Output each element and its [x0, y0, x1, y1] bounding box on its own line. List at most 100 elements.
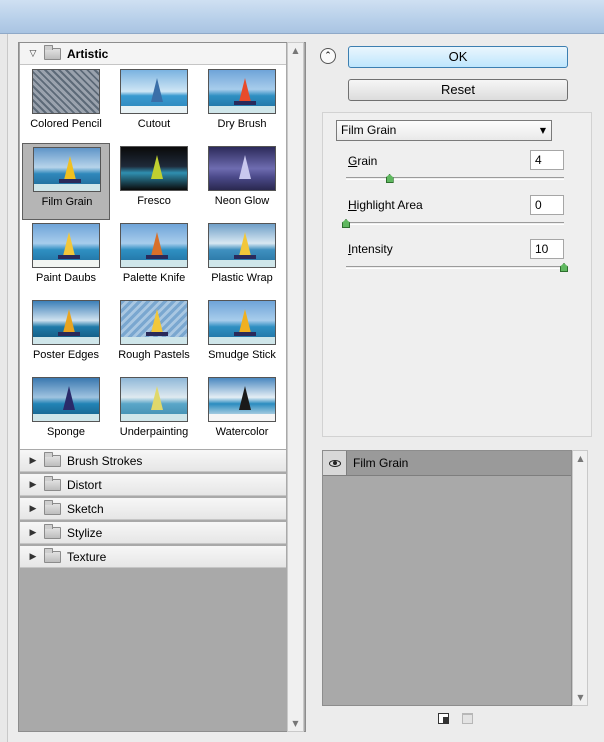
filter-browser-scrollbar[interactable]: ▲ ▼: [287, 42, 304, 732]
triangle-right-icon[interactable]: ▶: [26, 526, 40, 540]
triangle-right-icon[interactable]: ▶: [26, 550, 40, 564]
grain-label: Grain: [348, 154, 377, 168]
filter-label: Film Grain: [41, 196, 93, 208]
category-artistic-label: Artistic: [67, 46, 109, 61]
filter-label: Neon Glow: [214, 195, 270, 207]
filter-thumbnail: [32, 300, 100, 345]
effect-layers-scrollbar[interactable]: ▲ ▼: [572, 450, 588, 706]
filter-poster-edges[interactable]: Poster Edges: [22, 297, 110, 374]
effect-layer-name: Film Grain: [353, 456, 409, 470]
filter-label: Rough Pastels: [118, 349, 190, 361]
filter-underpainting[interactable]: Underpainting: [110, 374, 198, 451]
filter-thumbnail: [120, 223, 188, 268]
left-edge: [0, 34, 8, 742]
filter-thumbnail: [208, 146, 276, 191]
filter-colored-pencil[interactable]: Colored Pencil: [22, 66, 110, 143]
filter-thumbnail: [208, 300, 276, 345]
category-label: Texture: [67, 549, 107, 564]
filter-neon-glow[interactable]: Neon Glow: [198, 143, 286, 220]
grain-label-text: rain: [357, 154, 378, 168]
filter-sponge[interactable]: Sponge: [22, 374, 110, 451]
filter-thumbnail: [208, 69, 276, 114]
filter-label: Dry Brush: [217, 118, 267, 130]
folder-icon: [44, 499, 61, 515]
filter-palette-knife[interactable]: Palette Knife: [110, 220, 198, 297]
filter-thumbnail: [208, 377, 276, 422]
category-sketch[interactable]: ▶ Sketch: [20, 498, 286, 520]
filter-thumbnail: [120, 146, 188, 191]
grain-input[interactable]: 4: [530, 150, 564, 170]
filter-select-value: Film Grain: [341, 123, 397, 137]
category-artistic[interactable]: ▽ Artistic: [20, 43, 286, 65]
filter-plastic-wrap[interactable]: Plastic Wrap: [198, 220, 286, 297]
ok-button[interactable]: OK: [348, 46, 568, 68]
filter-film-grain[interactable]: Film Grain: [22, 143, 110, 220]
grain-slider[interactable]: [346, 177, 564, 180]
filter-thumbnail: [120, 300, 188, 345]
filter-label: Sponge: [47, 426, 85, 438]
filter-label: Colored Pencil: [30, 118, 102, 130]
category-distort[interactable]: ▶ Distort: [20, 474, 286, 496]
chevron-down-icon: ▼: [539, 126, 546, 135]
category-label: Sketch: [67, 501, 104, 516]
eye-icon: [328, 459, 341, 467]
effect-layers-panel: [322, 450, 572, 706]
intensity-label-text: ntensity: [351, 242, 393, 256]
filter-thumbnail: [120, 377, 188, 422]
filter-select[interactable]: Film Grain ▼: [336, 120, 552, 141]
filter-label: Fresco: [137, 195, 171, 207]
folder-icon: [44, 547, 61, 563]
scroll-up-icon[interactable]: ▲: [576, 454, 585, 463]
highlight-area-input[interactable]: 0: [530, 195, 564, 215]
filter-thumbnail: [32, 377, 100, 422]
visibility-toggle[interactable]: [323, 451, 347, 475]
scroll-up-icon[interactable]: ▲: [291, 46, 300, 55]
grain-label-key: G: [348, 154, 358, 168]
intensity-slider[interactable]: [346, 266, 564, 269]
filter-thumbnail-grid: Colored Pencil Cutout Dry Brush Film Gra…: [20, 65, 286, 449]
category-stylize[interactable]: ▶ Stylize: [20, 522, 286, 544]
new-effect-layer-icon[interactable]: [438, 713, 449, 724]
filter-label: Palette Knife: [122, 272, 186, 284]
folder-icon: [44, 451, 61, 467]
filter-browser: ▽ Artistic Colored Pencil Cutout Dry Bru…: [18, 42, 306, 732]
filter-label: Underpainting: [119, 426, 189, 438]
intensity-input[interactable]: 10: [530, 239, 564, 259]
filter-fresco[interactable]: Fresco: [110, 143, 198, 220]
double-chevron-up-icon[interactable]: ⌃: [320, 48, 336, 64]
category-label: Stylize: [67, 525, 103, 540]
highlight-area-slider[interactable]: [346, 222, 564, 225]
category-label: Brush Strokes: [67, 453, 143, 468]
filter-label: Poster Edges: [32, 349, 100, 361]
category-brush-strokes[interactable]: ▶ Brush Strokes: [20, 450, 286, 472]
filter-watercolor[interactable]: Watercolor: [198, 374, 286, 451]
scroll-down-icon[interactable]: ▼: [291, 719, 300, 728]
triangle-right-icon[interactable]: ▶: [26, 478, 40, 492]
effect-layer-row[interactable]: Film Grain: [323, 451, 571, 476]
category-label: Distort: [67, 477, 102, 492]
highlight-label-key: H: [348, 198, 357, 212]
filter-rough-pastels[interactable]: Rough Pastels: [110, 297, 198, 374]
filter-thumbnail: [32, 69, 100, 114]
category-texture[interactable]: ▶ Texture: [20, 546, 286, 568]
triangle-right-icon[interactable]: ▶: [26, 454, 40, 468]
filter-paint-daubs[interactable]: Paint Daubs: [22, 220, 110, 297]
filter-label: Watercolor: [215, 426, 269, 438]
filter-label: Paint Daubs: [36, 272, 96, 284]
triangle-right-icon[interactable]: ▶: [26, 502, 40, 516]
filter-thumbnail: [120, 69, 188, 114]
scroll-down-icon[interactable]: ▼: [576, 693, 585, 702]
triangle-down-icon[interactable]: ▽: [26, 47, 40, 61]
filter-cutout[interactable]: Cutout: [110, 66, 198, 143]
highlight-area-label: Highlight Area: [348, 198, 423, 212]
folder-icon: [44, 44, 61, 60]
filter-dry-brush[interactable]: Dry Brush: [198, 66, 286, 143]
filter-label: Plastic Wrap: [211, 272, 273, 284]
filter-label: Cutout: [137, 118, 171, 130]
highlight-label-text: ighlight Area: [356, 198, 423, 212]
trash-icon[interactable]: [462, 713, 473, 724]
filter-smudge-stick[interactable]: Smudge Stick: [198, 297, 286, 374]
reset-button[interactable]: Reset: [348, 79, 568, 101]
filter-thumbnail: [208, 223, 276, 268]
filter-thumbnail: [33, 147, 101, 192]
